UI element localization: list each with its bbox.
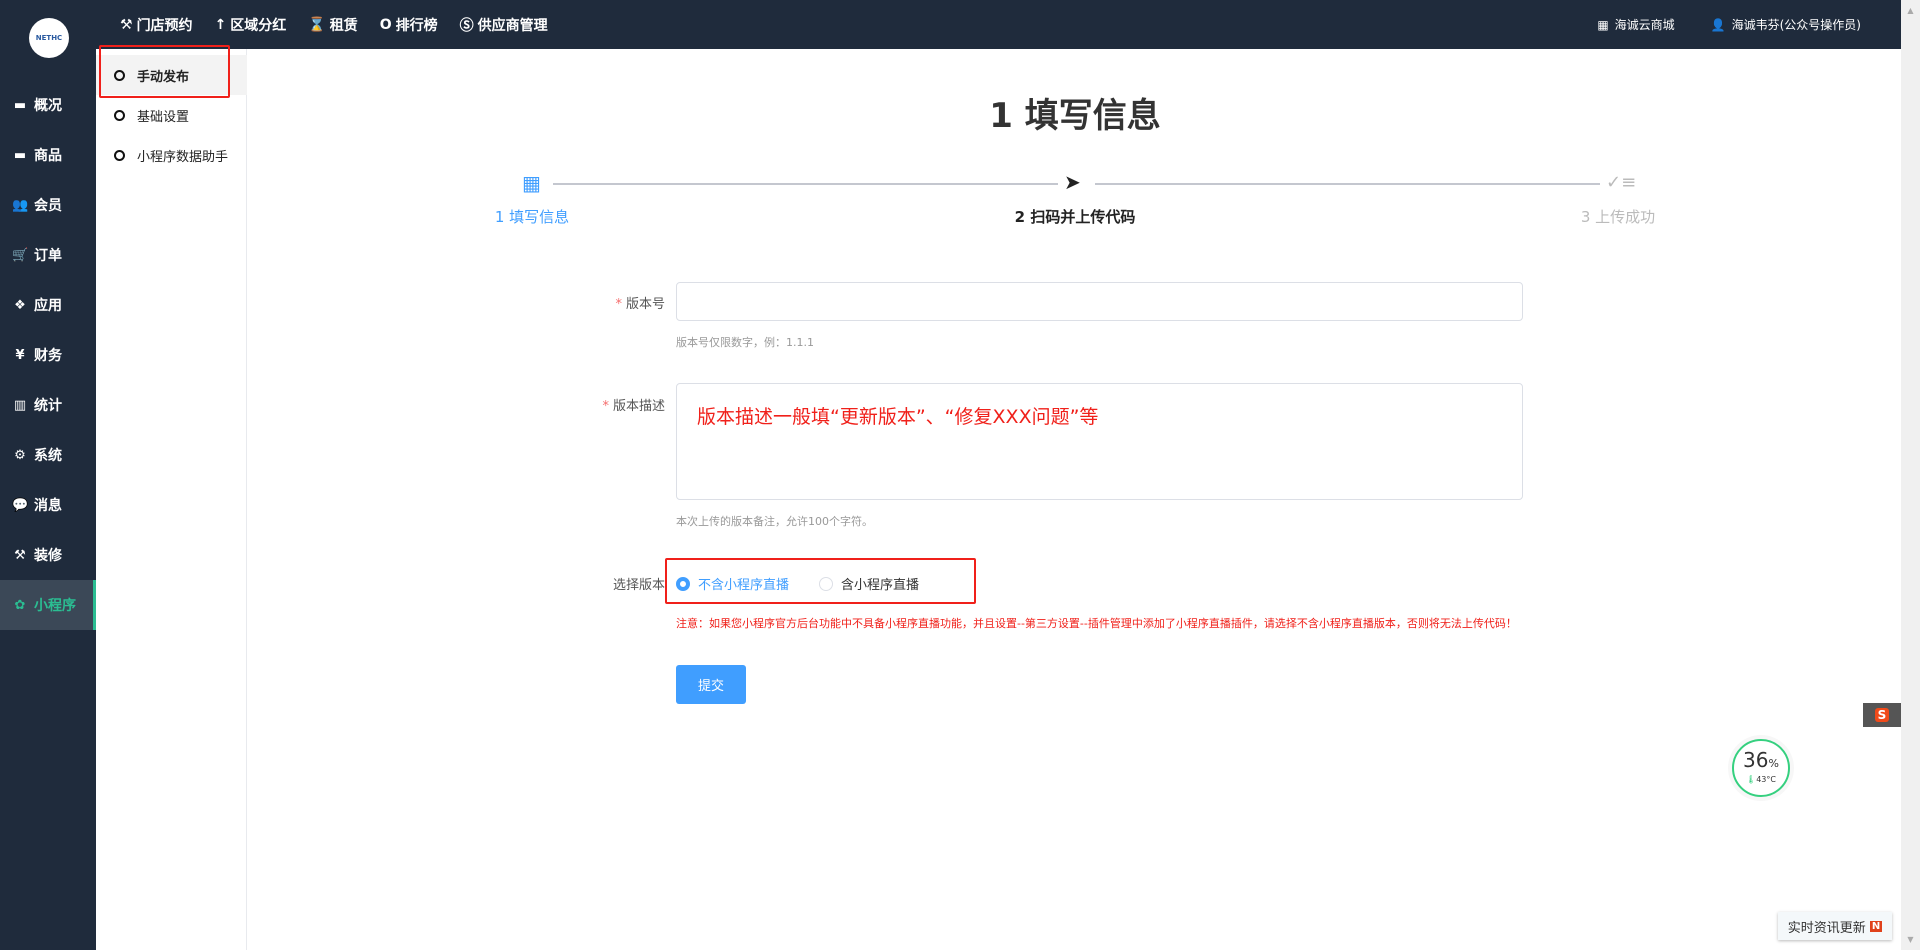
logo[interactable]: NETHC	[29, 18, 69, 58]
step-3-label: 3 上传成功	[1580, 208, 1656, 226]
user-icon: 👤	[1710, 17, 1726, 32]
sidebar-item-apps[interactable]: ❖ 应用	[0, 280, 96, 330]
users-icon: 👥	[12, 197, 29, 213]
news-update-button[interactable]: 实时资讯更新 N	[1778, 912, 1892, 940]
description-label: * 版本描述	[602, 399, 665, 414]
sidebar-item-miniprogram[interactable]: ✿ 小程序	[0, 580, 96, 630]
shop-link[interactable]: ▦ 海诚云商城	[1597, 16, 1674, 33]
highlight-box	[99, 45, 230, 98]
circle-icon	[114, 109, 125, 121]
sidebar-item-finance[interactable]: ¥ 财务	[0, 330, 96, 380]
hammer-icon: ⚒	[14, 547, 26, 563]
circle-icon: O	[379, 16, 392, 33]
cubes-icon: ❖	[14, 297, 26, 313]
nav-ranking[interactable]: O 排行榜	[380, 15, 438, 35]
sidebar-item-orders[interactable]: 🛒 订单	[0, 230, 96, 280]
notice-text: 注意：如果您小程序官方后台功能中不具备小程序直播功能，并且设置--第三方设置--…	[676, 617, 1517, 630]
sidebar-item-overview[interactable]: ▬ 概况	[0, 80, 96, 130]
pin-icon: ↑	[214, 16, 227, 33]
paper-plane-icon: ➤	[1064, 170, 1081, 194]
grid-icon: ▦	[522, 171, 541, 195]
grid-icon: ▦	[1597, 17, 1609, 32]
nav-store-booking[interactable]: ⚒ 门店预约	[120, 15, 193, 35]
description-annotation: 版本描述一般填“更新版本”、“修复XXX问题”等	[697, 406, 1099, 428]
thermometer-icon: 🌡	[1746, 775, 1757, 784]
version-hint: 版本号仅限数字，例：1.1.1	[676, 336, 814, 349]
sidebar-item-messages[interactable]: 💬 消息	[0, 480, 96, 530]
gears-icon: ⚙	[14, 447, 26, 463]
yen-icon: ¥	[15, 347, 25, 363]
submit-button[interactable]: 提交	[676, 665, 746, 704]
cart-icon: 🛒	[12, 247, 29, 263]
step-1-label: 1 填写信息	[494, 208, 570, 226]
user-menu[interactable]: 👤 海诚韦芬(公众号操作员)	[1711, 16, 1861, 33]
subnav-data-assistant[interactable]: 小程序数据助手	[96, 135, 247, 175]
circle-icon	[114, 149, 125, 161]
skype-icon: Ⓢ	[459, 17, 474, 34]
description-hint: 本次上传的版本备注，允许100个字符。	[676, 515, 873, 528]
step-2-label: 2 扫码并上传代码	[1014, 208, 1136, 226]
sidebar-item-goods[interactable]: ▬ 商品	[0, 130, 96, 180]
highlight-box	[665, 558, 976, 604]
archive-icon: ▬	[13, 97, 27, 113]
top-nav: ⚒ 门店预约 ↑ 区域分红 ⌛ 租赁 O 排行榜 Ⓢ 供应商管理	[120, 0, 548, 49]
select-version-label: 选择版本	[612, 578, 665, 593]
step-connector	[553, 183, 1058, 185]
sidebar: ▬ 概况 ▬ 商品 👥 会员 🛒 订单 ❖ 应用 ¥ 财务 ▥ 统计 ⚙ 系统 💬 消息 ⚒ 装修 …	[0, 49, 96, 950]
scroll-up-icon[interactable]: ▲	[1901, 6, 1920, 15]
wechat-icon: ✿	[14, 597, 26, 613]
version-label: * 版本号	[615, 297, 665, 312]
scrollbar[interactable]: ▲ ▼	[1901, 0, 1920, 950]
ime-toolbar[interactable]: S	[1863, 703, 1901, 727]
performance-widget[interactable]: 36% 🌡43°C	[1728, 735, 1794, 801]
scroll-down-icon[interactable]: ▼	[1901, 935, 1920, 944]
nav-rental[interactable]: ⌛ 租赁	[308, 15, 357, 35]
hourglass-icon: ⌛	[308, 16, 326, 33]
description-textarea[interactable]: 版本描述一般填“更新版本”、“修复XXX问题”等	[676, 383, 1523, 500]
nav-supplier[interactable]: Ⓢ 供应商管理	[460, 15, 548, 35]
sidebar-item-decoration[interactable]: ⚒ 装修	[0, 530, 96, 580]
sidebar-item-stats[interactable]: ▥ 统计	[0, 380, 96, 430]
sub-nav: 手动发布 基础设置 小程序数据助手	[96, 49, 247, 950]
nav-region-dividend[interactable]: ↑ 区域分红	[215, 15, 287, 35]
version-input[interactable]	[676, 282, 1523, 321]
sidebar-item-members[interactable]: 👥 会员	[0, 180, 96, 230]
archive-icon: ▬	[13, 147, 27, 163]
check-list-icon: ✓≡	[1606, 172, 1637, 193]
hammer-icon: ⚒	[120, 16, 133, 33]
bar-chart-icon: ▥	[13, 397, 27, 413]
subnav-basic-settings[interactable]: 基础设置	[96, 95, 247, 135]
sidebar-item-system[interactable]: ⚙ 系统	[0, 430, 96, 480]
comment-icon: 💬	[12, 497, 29, 513]
page-title: 1 填写信息	[989, 96, 1161, 136]
top-bar: ⚒ 门店预约 ↑ 区域分红 ⌛ 租赁 O 排行榜 Ⓢ 供应商管理 ▦ 海诚云商城 👤 海诚韦芬…	[0, 0, 1901, 49]
step-connector	[1095, 183, 1600, 185]
sogou-icon: S	[1874, 708, 1890, 722]
